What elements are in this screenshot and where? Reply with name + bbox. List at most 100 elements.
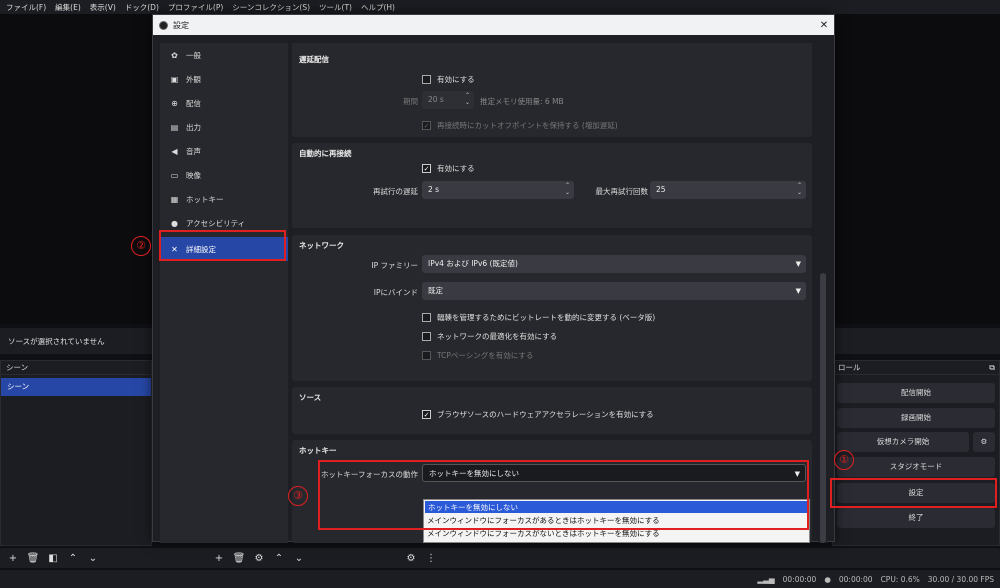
menu-file[interactable]: ファイル(F) [6,2,46,13]
bottom-toolbar: + 🗑 ◧ ⌃ ⌄ + 🗑 ⚙ ⌃ ⌄ ⚙ ⋮ [0,548,1000,568]
retry-delay-field[interactable]: 2 s ⌃ ⌄ [422,181,574,199]
nav-item-6[interactable]: ▦ ホットキー [160,187,288,211]
spinner-icon: ⌃ ⌄ [464,92,470,106]
annotation-1: ① [834,450,854,470]
delay-duration-value: 20 s [428,95,444,104]
delay-duration-field[interactable]: 20 s ⌃ ⌄ [422,91,474,109]
network-optimization-label: ネットワークの最適化を有効にする [437,332,558,341]
video-icon: ▭ [170,170,179,180]
record-time: 00:00:00 [838,574,873,584]
output-icon: ▤ [170,122,179,132]
hotkeys-title: ホットキー [299,446,337,455]
start-recording-button[interactable]: 録画開始 [837,408,995,428]
tcp-pacing-checkbox[interactable]: TCPペーシングを有効にする [422,350,533,361]
filter-icon[interactable]: ◧ [46,551,60,565]
menu-scene-collection[interactable]: シーンコレクション(S) [232,2,310,13]
remove-source-icon[interactable]: 🗑 [232,551,246,565]
delay-duration-label: 期間 [403,97,418,106]
hotkey-highlight [318,460,809,530]
retry-delay-value: 2 s [428,185,440,194]
menubar: ファイル(F) 編集(E) 表示(V) ドック(D) プロファイル(P) シーン… [0,0,1000,14]
nav-item-5[interactable]: ▭ 映像 [160,163,288,187]
nav-item-label: アクセシビリティ [186,218,246,228]
delay-group: 遅延配信 有効にする 期間 20 s ⌃ ⌄ 推定メモリ使用量: 6 MB ✓ 再… [292,43,812,137]
settings-scrollbar[interactable] [819,43,827,543]
start-streaming-button[interactable]: 配信開始 [837,383,995,403]
status-bar: ▂▃▅ 00:00:00 ● 00:00:00 CPU: 0.6% 30.00 … [0,570,1000,588]
spinner-icon: ⌃ ⌄ [796,182,802,196]
checkbox-icon [422,351,431,360]
reconnect-enable-checkbox[interactable]: ✓ 有効にする [422,163,475,174]
chevron-down-icon: ▼ [795,287,801,295]
settings-sidebar: ✿ 一般 ▣ 外観 ⊕ 配信 ▤ 出力 ◀ 音声 ▭ 映像 ▦ ホットキー ● アクセシビリティ ✕ 詳細設定 [160,43,288,543]
delay-preserve-label: 再接続時にカットオフポイントを保持する (増加遅延) [437,121,618,130]
keyboard-icon: ▦ [170,194,179,204]
network-optimization-checkbox[interactable]: ネットワークの最適化を有効にする [422,331,557,342]
delay-preserve-checkbox[interactable]: ✓ 再接続時にカットオフポイントを保持する (増加遅延) [422,120,618,131]
max-retries-field[interactable]: 25 ⌃ ⌄ [650,181,806,199]
menu-help[interactable]: ヘルプ(H) [361,2,395,13]
nav-item-1[interactable]: ▣ 外観 [160,67,288,91]
scrollbar-thumb[interactable] [820,273,826,543]
source-properties-icon[interactable]: ⚙ [252,551,266,565]
mixer-menu-icon[interactable]: ⋮ [424,551,438,565]
menu-profile[interactable]: プロファイル(P) [168,2,223,13]
record-dot-icon: ● [824,574,831,584]
stream-time: 00:00:00 [782,574,817,584]
mixer-settings-icon[interactable]: ⚙ [404,551,418,565]
menu-tools[interactable]: ツール(T) [319,2,352,13]
dialog-titlebar: 設定 ✕ [153,15,834,35]
source-down-icon[interactable]: ⌄ [292,551,306,565]
studio-mode-button[interactable]: スタジオモード [837,457,995,477]
menu-view[interactable]: 表示(V) [90,2,116,13]
sources-group: ソース ✓ ブラウザソースのハードウェアアクセラレーションを有効にする [292,387,812,434]
close-icon[interactable]: ✕ [814,20,834,31]
exit-button[interactable]: 終了 [837,508,995,528]
nav-item-2[interactable]: ⊕ 配信 [160,91,288,115]
nav-item-label: 一般 [186,50,201,60]
remove-scene-icon[interactable]: 🗑 [26,551,40,565]
checkbox-icon [422,313,431,322]
annotation-3: ③ [288,486,308,506]
add-source-icon[interactable]: + [212,551,226,565]
scene-item[interactable]: シーン [1,378,151,396]
add-scene-icon[interactable]: + [6,551,20,565]
scenes-panel: シーン シーン [0,360,152,546]
ip-family-select[interactable]: IPv4 および IPv6 (既定値) ▼ [422,255,806,273]
menu-edit[interactable]: 編集(E) [55,2,81,13]
checkmark-icon: ✓ [422,121,431,130]
reconnect-group: 自動的に再接続 ✓ 有効にする 再試行の遅延 2 s ⌃ ⌄ 最大再試行回数 25… [292,143,812,228]
source-up-icon[interactable]: ⌃ [272,551,286,565]
popout-icon[interactable]: ⧉ [989,363,995,373]
nav-item-label: 出力 [186,122,201,132]
nav-item-0[interactable]: ✿ 一般 [160,43,288,67]
checkmark-icon: ✓ [422,410,431,419]
bind-ip-label: IPにバインド [373,288,418,297]
checkbox-icon [422,332,431,341]
network-title: ネットワーク [299,241,344,250]
nav-item-label: 外観 [186,74,201,84]
dynamic-bitrate-label: 輻輳を管理するためにビットレートを動的に変更する (ベータ版) [437,313,656,322]
delay-enable-checkbox[interactable]: 有効にする [422,74,475,85]
move-down-icon[interactable]: ⌄ [86,551,100,565]
delay-memory: 推定メモリ使用量: 6 MB [480,97,564,106]
sources-title: ソース [299,393,322,402]
reconnect-title: 自動的に再接続 [299,149,352,158]
virtual-camera-gear-icon[interactable]: ⚙ [973,432,995,452]
scenes-title: シーン [1,361,151,375]
hw-accel-checkbox[interactable]: ✓ ブラウザソースのハードウェアアクセラレーションを有効にする [422,409,654,420]
nav-item-label: 音声 [186,146,201,156]
tcp-pacing-label: TCPペーシングを有効にする [437,351,534,360]
advanced-highlight [159,230,286,261]
move-up-icon[interactable]: ⌃ [66,551,80,565]
nav-item-4[interactable]: ◀ 音声 [160,139,288,163]
reconnect-enable-label: 有効にする [437,164,475,173]
start-virtual-camera-button[interactable]: 仮想カメラ開始 [837,432,969,452]
ip-family-value: IPv4 および IPv6 (既定値) [428,259,518,268]
nav-item-3[interactable]: ▤ 出力 [160,115,288,139]
menu-dock[interactable]: ドック(D) [125,2,159,13]
bind-ip-select[interactable]: 既定 ▼ [422,282,806,300]
dynamic-bitrate-checkbox[interactable]: 輻輳を管理するためにビットレートを動的に変更する (ベータ版) [422,312,655,323]
obs-logo-icon [159,20,168,30]
chevron-down-icon: ▼ [795,260,801,268]
